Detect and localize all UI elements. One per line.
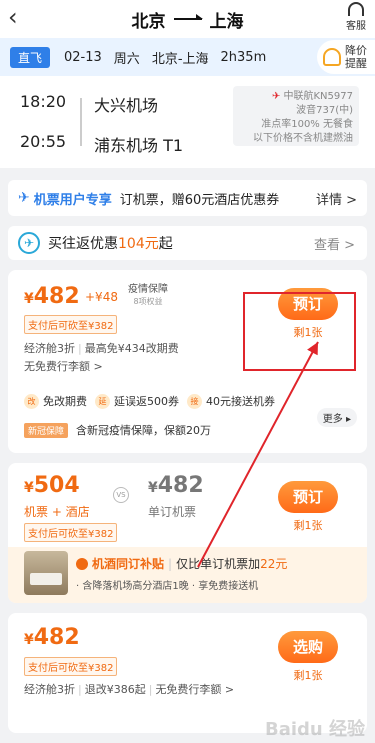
currency-symbol: ¥ <box>148 480 158 496</box>
offer2-label: 机票 + 酒店 <box>24 505 90 519</box>
departure-airport: 大兴机场 <box>94 96 159 115</box>
flight-weekday: 周六 <box>113 51 140 67</box>
offer2-price: ¥504 <box>24 473 80 498</box>
return-view-link[interactable]: 查看 > <box>314 234 355 253</box>
offer1-pay-tag: 支付后可砍至¥382 <box>24 315 118 334</box>
currency-symbol: ¥ <box>24 291 34 307</box>
hotel-bundle-box[interactable]: 机酒同订补贴 | 仅比单订机票加 22元 · 含降落机场高分酒店1晚 · 享免费… <box>8 547 367 603</box>
cabin-class: 经济舱3折 <box>24 342 75 355</box>
hotel-brand: 机酒同订补贴 <box>92 557 165 571</box>
offer3-pay-tag: 支付后可砍至¥382 <box>24 657 118 676</box>
hotel-bundle-title: 机酒同订补贴 | 仅比单订机票加 22元 <box>76 555 287 572</box>
offer2-pay-tag: 支付后可砍至¥382 <box>24 523 118 542</box>
chevron-left-icon[interactable]: ‹ <box>8 4 18 30</box>
benefit-transfer: 接 40元接送机券 <box>187 393 275 409</box>
price-value: 482 <box>33 284 80 309</box>
hotel-amount: 22元 <box>260 557 288 571</box>
round-trip-plane-icon: ✈ <box>18 232 40 254</box>
arrival-time: 20:55 <box>20 132 67 151</box>
round-trip-promo[interactable]: ✈ 买往返优惠 104元 起 查看 > <box>8 226 367 260</box>
offer1-cabin-line: 经济舱3折 | 最高免¥434改期费 <box>24 342 179 355</box>
aircraft-type: 波音737(中) <box>296 105 353 116</box>
hotel-bundle-sub: · 含降落机场高分酒店1晚 · 享免费接送机 <box>76 581 259 592</box>
route-to: 上海 <box>209 11 244 32</box>
offer3-price: ¥482 <box>24 625 80 650</box>
punctuality: 准点率100% 无餐食 <box>261 119 353 130</box>
plane-icon: ✈ <box>18 190 30 206</box>
price-value: 482 <box>33 625 80 650</box>
return-text-pre: 买往返优惠 <box>48 236 118 252</box>
cabin-class: 经济舱3折 <box>24 683 75 696</box>
delay-icon: 延 <box>95 393 110 409</box>
timeline-divider <box>80 98 82 146</box>
offer2-compare-price: ¥482 <box>148 473 204 498</box>
transfer-icon: 接 <box>187 393 202 409</box>
remind-label-2: 提醒 <box>345 57 367 70</box>
vip-text: 订机票，赠60元酒店优惠券 <box>119 192 280 208</box>
compare-value: 482 <box>157 473 204 498</box>
route-from: 北京 <box>131 11 166 32</box>
flight-detail-page: ‹ 北京 上海 客服 直飞 02-13 周六 北京-上海 2h35m 降价 提醒 … <box>0 0 375 743</box>
remind-label-1: 降价 <box>345 44 367 57</box>
hotel-room-image <box>24 551 68 595</box>
offer1-baggage[interactable]: 无免费行李额 > <box>24 358 103 374</box>
airline-logo-icon: ✈ <box>271 91 281 102</box>
watermark: Baidu 经验 <box>264 719 365 740</box>
price-alert-button[interactable]: 降价 提醒 <box>317 40 375 74</box>
price-value: 504 <box>33 473 80 498</box>
offer2-compare-label: 单订机票 <box>148 505 197 519</box>
offer-card-2: ¥504 机票 + 酒店 VS ¥482 单订机票 支付后可砍至¥382 预订 … <box>8 463 367 603</box>
aircraft-info-box[interactable]: ✈ 中联航KN5977 波音737(中) 准点率100% 无餐食 以下价格不含机… <box>233 86 359 146</box>
offer1-price: ¥482 <box>24 284 80 309</box>
bell-icon <box>323 48 341 66</box>
offer3-cabin-line: 经济舱3折 | 退改¥386起 | 无免费行李额 > <box>24 683 235 696</box>
change-fee: 最高免¥434改期费 <box>84 342 179 355</box>
top-nav: ‹ 北京 上海 客服 <box>0 0 375 38</box>
flight-route: 北京-上海 <box>151 51 209 67</box>
offer2-remaining: 剩1张 <box>293 519 323 532</box>
change-fee: 退改¥386起 <box>84 683 146 696</box>
shield-title: 疫情保障 <box>128 284 168 295</box>
flight-duration: 2h35m <box>220 49 267 65</box>
benefit-delay: 延延误返500券 <box>95 393 179 409</box>
change-icon: 改 <box>24 393 39 409</box>
offer3-buy-button[interactable]: 选购 <box>278 631 338 663</box>
flight-summary-bar: 直飞 02-13 周六 北京-上海 2h35m 降价 提醒 <box>0 38 375 76</box>
vs-badge: VS <box>113 487 129 503</box>
vip-detail-link[interactable]: 详情 > <box>316 189 357 208</box>
arrow-right-icon <box>173 14 203 20</box>
baggage[interactable]: 无免费行李额 > <box>155 683 234 696</box>
departure-time: 18:20 <box>20 92 67 111</box>
service-label: 客服 <box>346 21 366 32</box>
offer1-benefits: 改免改期费 延延误返500券 接 40元接送机券 <box>24 393 275 409</box>
customer-service-button[interactable]: 客服 <box>341 2 371 32</box>
vip-title: 机票用户专享 <box>33 192 112 208</box>
offer3-remaining: 剩1张 <box>293 669 323 682</box>
return-text-post: 起 <box>158 236 173 252</box>
currency-symbol: ¥ <box>24 632 34 648</box>
covid-shield-badge: 疫情保障 8项权益 <box>123 284 173 308</box>
headset-icon <box>348 2 364 16</box>
offer2-book-button[interactable]: 预订 <box>278 481 338 513</box>
route-title: 北京 上海 <box>132 7 244 32</box>
flight-date: 02-13 <box>64 49 102 65</box>
shield-sub: 8项权益 <box>133 297 163 306</box>
benefit-free-change: 改免改期费 <box>24 393 87 409</box>
currency-symbol: ¥ <box>24 480 34 496</box>
tax-note: 以下价格不含机建燃油 <box>253 133 353 144</box>
covid-text: 含新冠疫情保障，保额20万 <box>76 424 212 437</box>
covid-tag: 新冠保障 <box>24 422 69 438</box>
annotation-highlight-box <box>243 292 356 371</box>
hotel-text: 仅比单订机票加 <box>176 557 261 571</box>
direct-flight-tag: 直飞 <box>10 46 51 68</box>
arrival-airport: 浦东机场 T1 <box>94 136 184 155</box>
airline-flight-no: 中联航KN5977 <box>283 91 354 102</box>
return-amount: 104元 <box>118 236 159 252</box>
offer1-covid-line: 新冠保障 含新冠疫情保障，保额20万 <box>24 422 211 438</box>
offer1-more-button[interactable]: 更多 ▸ <box>316 408 357 427</box>
vip-promo-banner[interactable]: ✈ 机票用户专享 订机票，赠60元酒店优惠券 详情 > <box>8 180 367 216</box>
offer1-addon: +¥48 <box>85 290 118 304</box>
flight-info: 18:20 大兴机场 20:55 浦东机场 T1 ✈ 中联航KN5977 波音7… <box>0 76 375 168</box>
hotel-bundle-icon <box>76 557 88 570</box>
